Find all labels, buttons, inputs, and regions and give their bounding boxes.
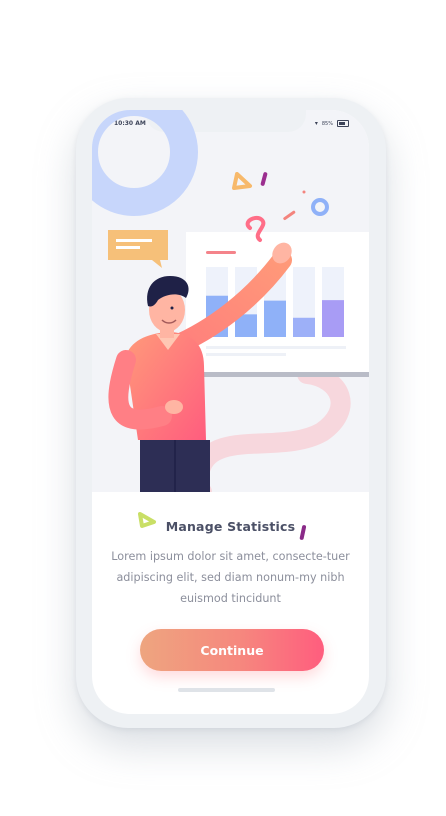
decor-capsule-purple-icon	[299, 525, 307, 540]
presenter-illustration	[92, 110, 369, 492]
hero-illustration-area: 10:30 AM ▾ 85%	[92, 110, 369, 492]
decor-capsule-icon	[260, 172, 268, 186]
speech-bubble-icon	[108, 230, 168, 268]
board-bar	[293, 317, 315, 337]
home-indicator	[178, 688, 275, 692]
decor-donut-icon	[311, 198, 329, 216]
board-bar	[264, 300, 286, 337]
onboarding-screen: 10:30 AM ▾ 85% Manage Statistics Lorem i…	[92, 110, 369, 714]
decor-ring	[92, 110, 198, 216]
decor-triangle-icon	[232, 172, 252, 190]
decor-dot-icon	[302, 190, 306, 194]
decor-dash-icon	[283, 210, 296, 221]
onboarding-description: Lorem ipsum dolor sit amet, consecte-tue…	[111, 550, 350, 605]
title-row: Manage Statistics	[92, 512, 369, 540]
decor-triangle-green-icon	[138, 512, 156, 528]
continue-button[interactable]: Continue	[140, 629, 324, 671]
onboarding-title: Manage Statistics	[165, 519, 296, 534]
board-bar	[322, 300, 344, 337]
decor-wave	[186, 364, 351, 492]
